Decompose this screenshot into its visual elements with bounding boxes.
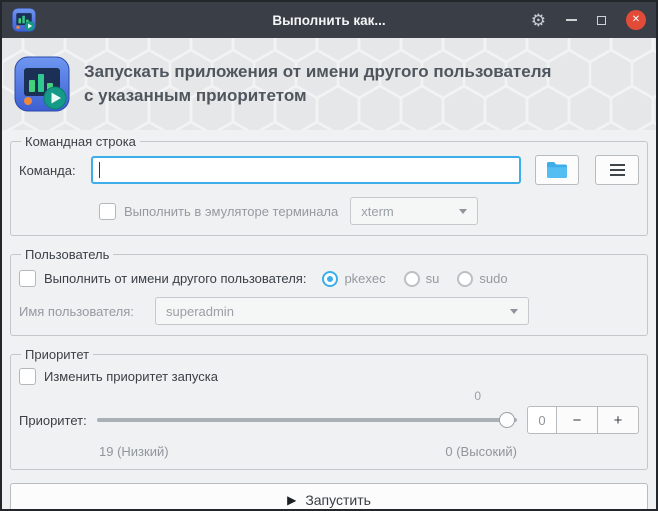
priority-range-labels: 19 (Низкий) 0 (Высокий) [19,444,639,459]
header-banner: Запускать приложения от имени другого по… [2,38,656,130]
run-as-other-user-label: Выполнить от имени другого пользователя: [44,271,307,286]
minimize-icon[interactable] [566,19,577,21]
history-menu-button[interactable] [595,155,639,185]
slider-track[interactable] [97,418,517,422]
user-group: Пользователь Выполнить от имени другого … [10,247,648,336]
command-row: Команда: [19,155,639,185]
priority-spinbox: 0 − + [527,406,639,434]
username-label: Имя пользователя: [19,303,134,319]
app-icon-small [12,8,36,32]
command-input-wrap [91,156,521,184]
auth-option-sudo[interactable]: sudo [457,270,508,287]
page-title-line2: с указанным приоритетом [84,86,307,105]
change-priority-label: Изменить приоритет запуска [44,369,218,384]
username-value: superadmin [166,303,234,319]
priority-decrement-button[interactable]: − [556,406,598,434]
terminal-emulator-value: xterm [361,203,394,219]
chevron-down-icon [459,208,468,214]
chevron-down-icon [510,308,518,314]
titlebar[interactable]: Выполнить как... ⚙ ✕ [2,2,656,38]
su-radio[interactable] [403,270,420,287]
run-as-window: Выполнить как... ⚙ ✕ Запускать приложени… [0,0,658,511]
priority-group: Приоритет Изменить приоритет запуска 0 П… [10,347,648,470]
run-button-label: Запустить [305,492,371,508]
username-select[interactable]: superadmin [155,297,529,325]
command-input[interactable] [91,156,521,184]
pkexec-label: pkexec [344,271,386,286]
terminal-row: Выполнить в эмуляторе терминала xterm [19,197,639,225]
sudo-radio[interactable] [457,270,474,287]
pkexec-radio[interactable] [322,270,339,287]
page-title: Запускать приложения от имени другого по… [84,60,551,108]
hamburger-icon [609,164,625,176]
run-as-other-user-row: Выполнить от имени другого пользователя:… [19,270,639,287]
change-priority-row: Изменить приоритет запуска [19,368,639,385]
text-caret [99,162,100,178]
command-line-group: Командная строка Команда: Выполнить в эм… [10,134,648,236]
priority-min-label: 19 (Низкий) [99,444,169,459]
content-area: Командная строка Команда: Выполнить в эм… [2,130,656,509]
priority-label: Приоритет: [19,412,87,428]
priority-increment-button[interactable]: + [597,406,639,434]
slider-value-row: 0 [19,389,639,404]
auth-option-su[interactable]: su [403,270,440,287]
priority-spin-value[interactable]: 0 [527,406,557,434]
run-in-terminal-checkbox[interactable] [99,202,116,220]
command-label: Команда: [19,162,76,178]
change-priority-checkbox[interactable] [19,368,36,385]
user-legend: Пользователь [25,247,110,262]
priority-max-label: 0 (Высокий) [445,444,517,459]
priority-slider[interactable] [97,406,517,434]
page-title-line1: Запускать приложения от имени другого по… [84,62,552,82]
username-row: Имя пользователя: superadmin [19,297,639,325]
auth-method-radio-group: pkexec su sudo [322,270,508,287]
browse-file-button[interactable] [535,155,579,185]
sudo-label: sudo [479,271,508,286]
auth-option-pkexec[interactable]: pkexec [322,270,386,287]
maximize-icon[interactable] [597,15,606,25]
play-icon: ▶ [287,493,297,507]
command-line-legend: Командная строка [25,134,136,149]
run-in-terminal-label: Выполнить в эмуляторе терминала [124,203,339,219]
slider-thumb[interactable] [499,412,515,428]
slider-value-label: 0 [474,389,481,403]
close-button[interactable]: ✕ [626,10,646,30]
run-button[interactable]: ▶ Запустить [10,483,648,509]
app-icon-large [14,56,70,112]
su-label: su [425,271,440,286]
priority-slider-row: Приоритет: 0 − + [19,406,639,434]
close-icon: ✕ [631,14,641,25]
run-as-other-user-checkbox[interactable] [19,270,36,287]
priority-legend: Приоритет [25,347,90,362]
terminal-emulator-select[interactable]: xterm [350,197,479,225]
folder-icon [547,162,567,178]
settings-gear-icon[interactable]: ⚙ [531,12,546,29]
